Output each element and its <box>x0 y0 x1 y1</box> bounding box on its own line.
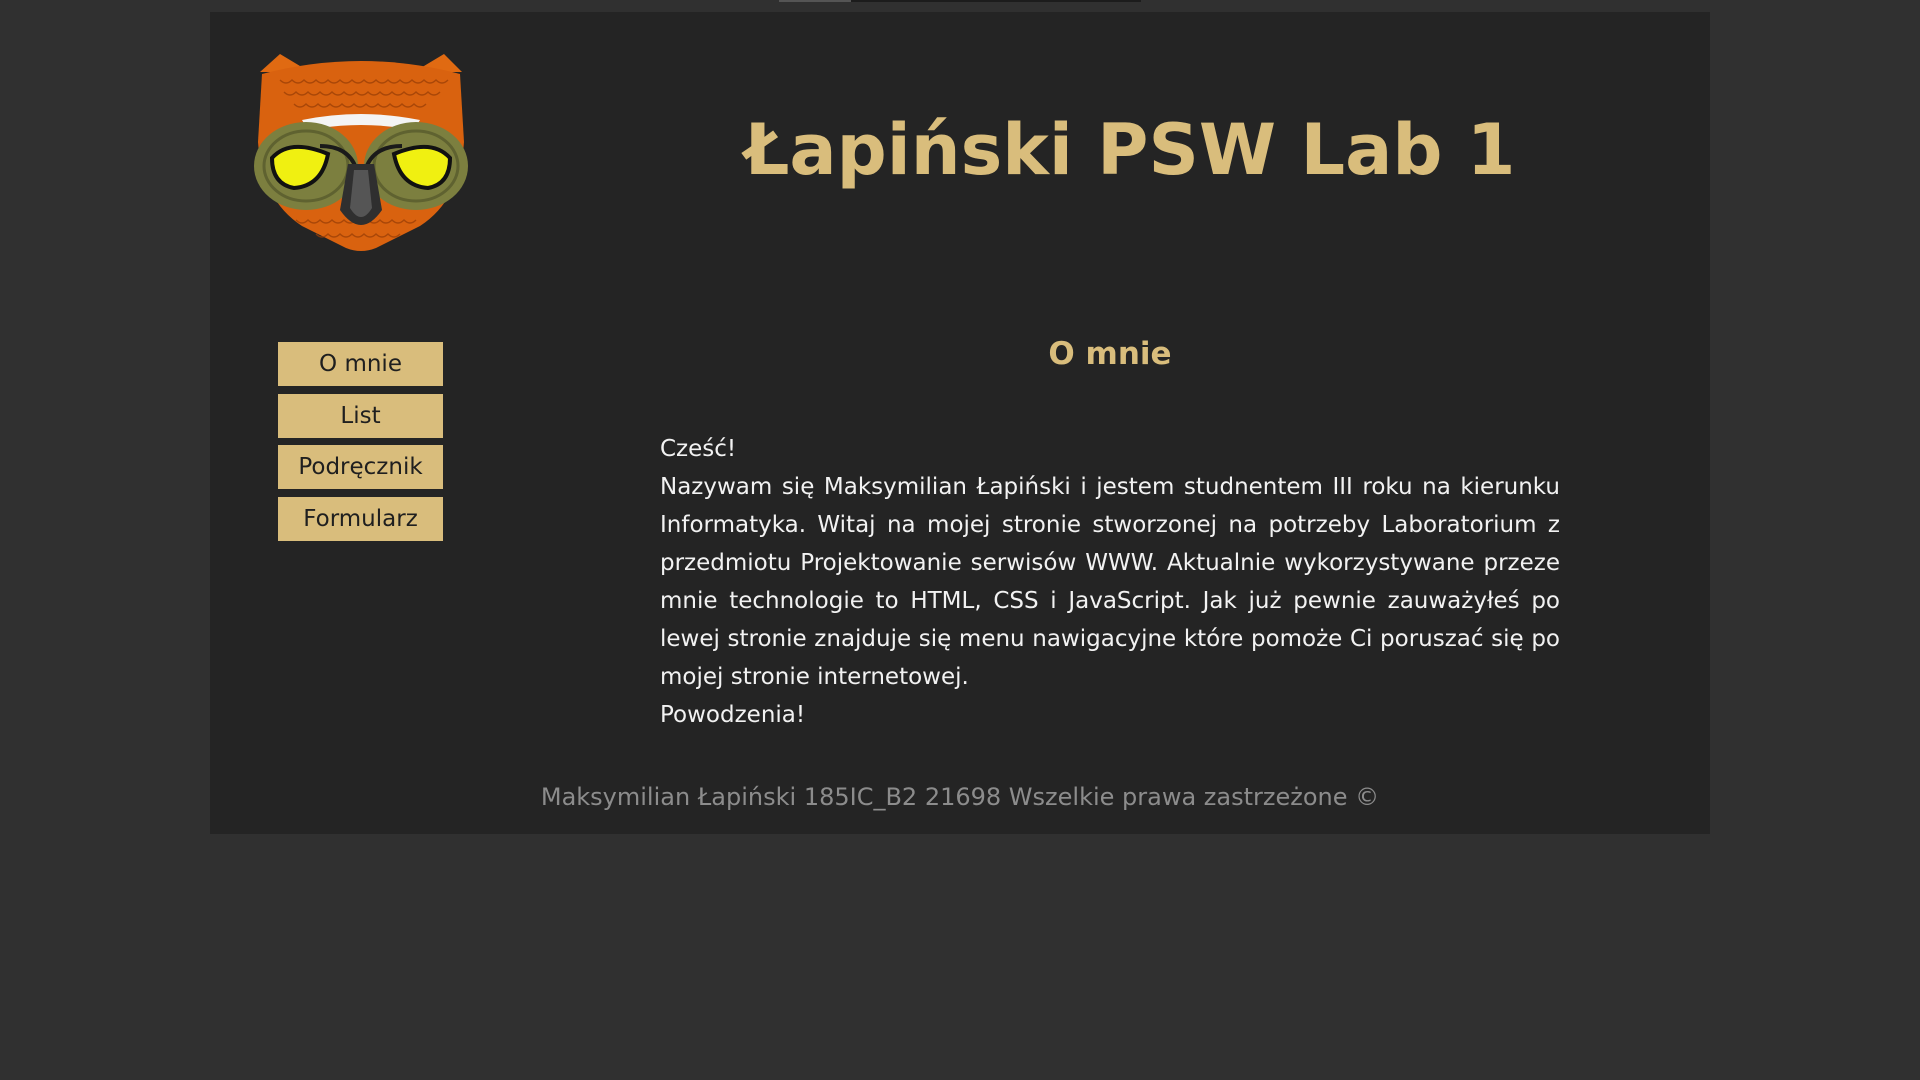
footer-text: Maksymilian Łapiński 185IC_B2 21698 Wsze… <box>540 783 1380 811</box>
top-scroll-indicator <box>779 0 1141 2</box>
nav-button-formularz[interactable]: Formularz <box>278 496 443 541</box>
site-title: Łapiński PSW Lab 1 <box>744 109 1516 191</box>
nav-button-list[interactable]: List <box>278 393 443 438</box>
nav-button-podrecznik[interactable]: Podręcznik <box>278 445 443 489</box>
section-title: O mnie <box>1048 336 1172 372</box>
top-scroll-indicator-thumb <box>779 0 851 2</box>
owl-logo <box>250 50 472 255</box>
nav-button-o-mnie[interactable]: O mnie <box>278 342 443 386</box>
intro-paragraph: Nazywam się Maksymilian Łapiński i jeste… <box>660 474 1560 690</box>
main-content: O mnie Cześć! Nazywam się Maksymilian Ła… <box>660 322 1560 734</box>
owl-logo-image <box>254 54 468 251</box>
greeting-text: Cześć! <box>660 436 737 462</box>
side-navigation: O mnie List Podręcznik Formularz <box>278 342 443 548</box>
page-container: Łapiński PSW Lab 1 O mnie List Podręczni… <box>210 12 1710 834</box>
closing-text: Powodzenia! <box>660 702 806 728</box>
about-text: Cześć! Nazywam się Maksymilian Łapiński … <box>660 430 1560 734</box>
